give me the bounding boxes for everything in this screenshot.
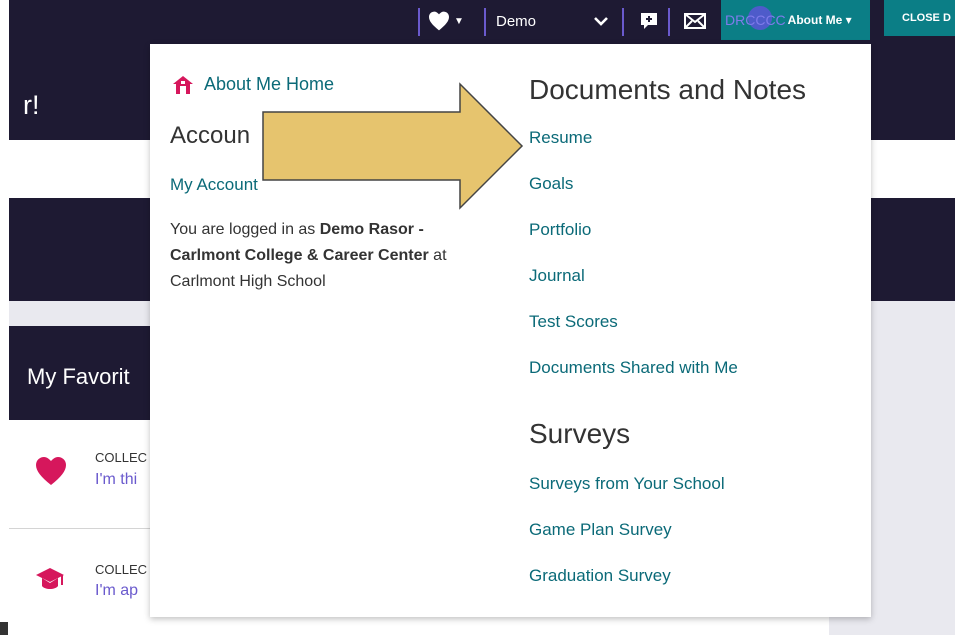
favorite-category: COLLEC — [95, 450, 148, 465]
game-plan-survey-link[interactable]: Game Plan Survey — [529, 520, 672, 540]
chat-button[interactable] — [634, 6, 664, 36]
surveys-from-school-link[interactable]: Surveys from Your School — [529, 474, 725, 494]
logged-in-text: You are logged in as Demo Rasor - Carlmo… — [170, 217, 490, 295]
journal-link[interactable]: Journal — [529, 266, 585, 286]
documents-shared-link[interactable]: Documents Shared with Me — [529, 358, 738, 378]
resume-link[interactable]: Resume — [529, 128, 592, 148]
test-scores-link[interactable]: Test Scores — [529, 312, 618, 332]
caret-down-icon: ▼ — [454, 15, 464, 27]
home-icon — [173, 75, 193, 94]
favorite-category: COLLEC — [95, 562, 148, 577]
favorite-text[interactable]: I'm thi — [95, 471, 137, 489]
nav-divider — [668, 8, 670, 36]
logged-in-school: Carlmont High School — [170, 273, 326, 290]
favorite-text[interactable]: I'm ap — [95, 582, 138, 600]
portfolio-link[interactable]: Portfolio — [529, 220, 591, 240]
demo-select-value: Demo — [496, 12, 537, 30]
logged-in-prefix: You are logged in as — [170, 221, 320, 238]
annotation-arrow-icon — [262, 82, 524, 210]
left-edge — [0, 0, 9, 635]
chat-plus-icon — [641, 13, 657, 29]
nav-divider — [622, 8, 624, 36]
edge-marker — [0, 622, 8, 635]
logged-in-middle: at — [428, 247, 447, 264]
nav-divider — [418, 8, 420, 36]
goals-link[interactable]: Goals — [529, 174, 573, 194]
chevron-down-icon — [594, 17, 608, 26]
avatar-initials: DRCCCC — [725, 12, 786, 28]
account-heading: Accoun — [170, 122, 251, 149]
mail-icon — [684, 13, 706, 29]
graduation-cap-icon — [36, 568, 64, 589]
graduation-survey-link[interactable]: Graduation Survey — [529, 566, 671, 586]
demo-select[interactable]: Demo — [488, 6, 616, 36]
hero-title: r! — [23, 90, 40, 120]
messages-button[interactable] — [680, 6, 710, 36]
heart-icon — [36, 457, 66, 485]
heart-icon — [429, 11, 449, 31]
close-button[interactable]: CLOSE D — [884, 0, 955, 36]
about-me-label: About Me ▾ — [787, 13, 852, 27]
nav-divider — [484, 8, 486, 36]
favorites-title: My Favorit — [27, 364, 130, 389]
documents-heading: Documents and Notes — [529, 74, 807, 105]
favorites-menu-button[interactable]: ▼ — [428, 6, 464, 36]
about-me-button[interactable]: DRCCCC About Me ▾ — [721, 0, 870, 40]
my-account-link[interactable]: My Account — [170, 175, 258, 195]
surveys-heading: Surveys — [529, 418, 631, 449]
